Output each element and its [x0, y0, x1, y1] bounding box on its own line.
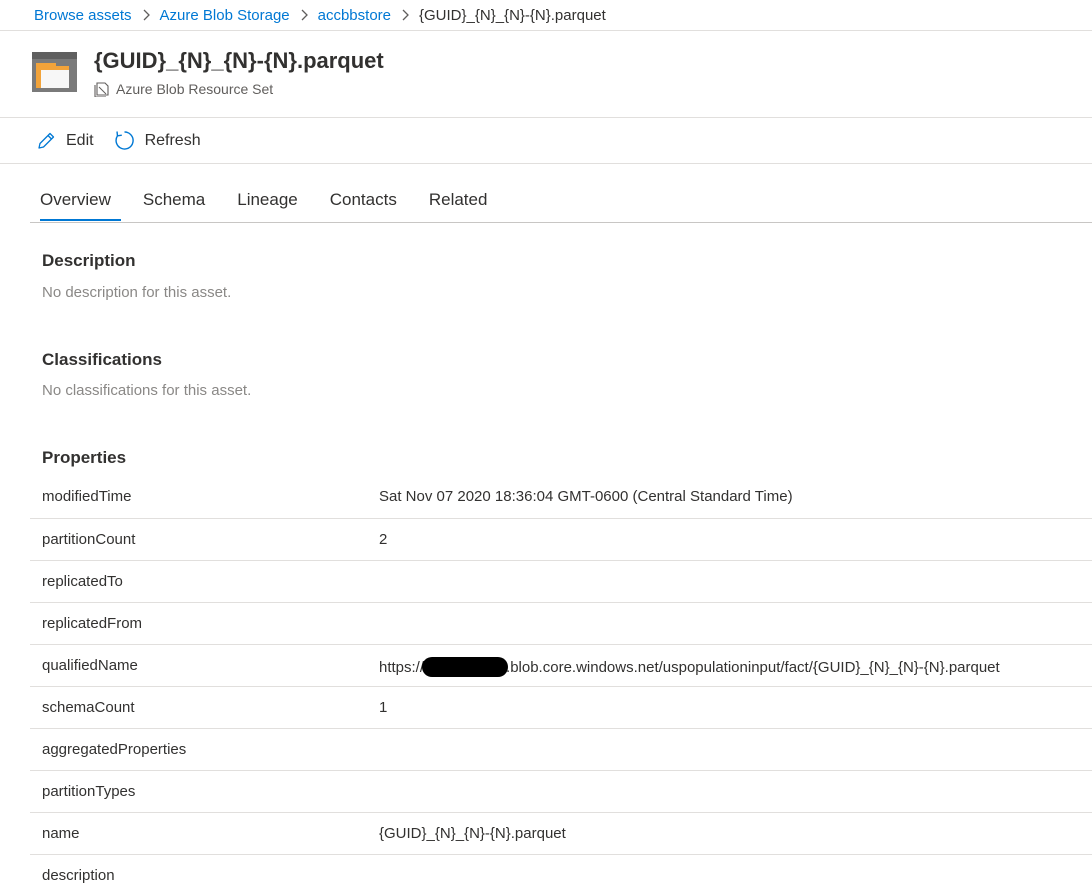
property-row: qualifiedName https:// .blob.core.windows… [30, 645, 1092, 687]
tab-overview[interactable]: Overview [30, 182, 121, 221]
command-bar: Edit Refresh [0, 117, 1092, 164]
asset-details-page: Browse assets Azure Blob Storage accbbst… [0, 0, 1092, 887]
property-row: aggregatedProperties [30, 729, 1092, 771]
property-key: replicatedFrom [42, 615, 143, 632]
breadcrumb-current: {GUID}_{N}_{N}-{N}.parquet [419, 6, 606, 24]
breadcrumb-browse-assets[interactable]: Browse assets [34, 7, 132, 24]
property-key: aggregatedProperties [42, 741, 187, 758]
asset-type-label: Azure Blob Resource Set [94, 81, 273, 97]
property-row: description [30, 855, 1092, 887]
tab-schema[interactable]: Schema [133, 182, 215, 220]
property-key: partitionCount [42, 531, 136, 548]
page-title: {GUID}_{N}_{N}-{N}.parquet [94, 48, 384, 73]
property-key: description [42, 867, 115, 884]
folder-icon [32, 52, 77, 92]
refresh-label: Refresh [144, 131, 201, 149]
property-value: 1 [379, 699, 388, 716]
edit-label: Edit [66, 131, 94, 149]
property-row: modifiedTime Sat Nov 07 2020 18:36:04 GM… [30, 476, 1092, 519]
tab-lineage[interactable]: Lineage [227, 182, 308, 220]
property-key: replicatedTo [42, 573, 123, 590]
breadcrumb: Browse assets Azure Blob Storage accbbst… [0, 0, 1092, 31]
qualified-name-suffix: .blob.core.windows.net/uspopulationinput… [506, 659, 1000, 676]
refresh-icon [114, 131, 134, 150]
properties-table: modifiedTime Sat Nov 07 2020 18:36:04 GM… [30, 476, 1092, 887]
property-row: partitionCount 2 [30, 519, 1092, 561]
property-key: schemaCount [42, 699, 135, 716]
property-row: replicatedTo [30, 561, 1092, 603]
resource-set-icon [94, 82, 109, 97]
property-row: partitionTypes [30, 771, 1092, 813]
tab-list: Overview Schema Lineage Contacts Related [30, 182, 1092, 223]
properties-heading: Properties [42, 448, 127, 467]
refresh-button[interactable]: Refresh [114, 130, 201, 151]
asset-type-text: Azure Blob Resource Set [116, 81, 274, 97]
property-value: 2 [379, 531, 388, 548]
breadcrumb-azure-blob-storage[interactable]: Azure Blob Storage [160, 7, 290, 24]
description-heading: Description [42, 251, 136, 270]
property-value: Sat Nov 07 2020 18:36:04 GMT-0600 (Centr… [379, 488, 793, 505]
breadcrumb-accbbstore[interactable]: accbbstore [318, 7, 391, 24]
qualified-name-value: https:// .blob.core.windows.net/uspopulat… [379, 657, 1000, 677]
qualified-name-prefix: https:// [379, 659, 425, 676]
classifications-empty-text: No classifications for this asset. [42, 382, 252, 399]
property-key: name [42, 825, 80, 842]
property-value: {GUID}_{N}_{N}-{N}.parquet [379, 825, 566, 842]
property-key: partitionTypes [42, 783, 136, 800]
property-row: replicatedFrom [30, 603, 1092, 645]
chevron-right-icon [142, 9, 150, 21]
property-key: modifiedTime [42, 488, 132, 505]
property-key: qualifiedName [42, 657, 138, 674]
tab-contacts[interactable]: Contacts [320, 182, 407, 220]
description-empty-text: No description for this asset. [42, 284, 232, 301]
property-row: name {GUID}_{N}_{N}-{N}.parquet [30, 813, 1092, 855]
asset-header: {GUID}_{N}_{N}-{N}.parquet Azure Blob Re… [0, 32, 1092, 117]
property-row: schemaCount 1 [30, 687, 1092, 729]
tab-related[interactable]: Related [419, 182, 498, 220]
chevron-right-icon [300, 9, 308, 21]
classifications-heading: Classifications [42, 350, 162, 369]
redacted-storage-account [422, 657, 509, 677]
pencil-icon [38, 132, 55, 149]
chevron-right-icon [401, 9, 409, 21]
edit-button[interactable]: Edit [36, 131, 94, 151]
